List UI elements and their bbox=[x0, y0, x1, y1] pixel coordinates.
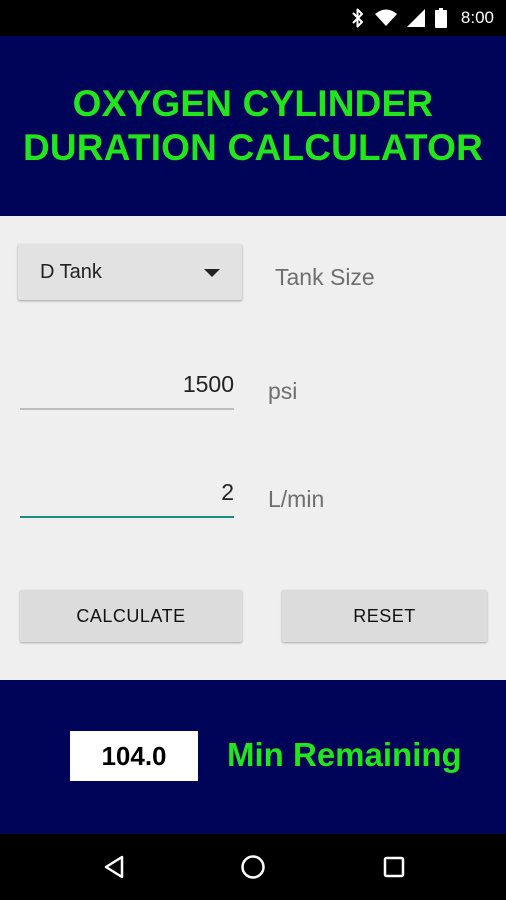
bluetooth-icon bbox=[351, 8, 365, 28]
back-icon[interactable] bbox=[98, 851, 130, 883]
wifi-icon bbox=[374, 9, 397, 27]
tank-size-selected: D Tank bbox=[40, 261, 102, 283]
home-icon[interactable] bbox=[237, 851, 269, 883]
dropdown-arrow-icon bbox=[204, 269, 220, 277]
calculator-form: D Tank Tank Size psi L/min CALCULATE RES… bbox=[0, 216, 506, 680]
flow-unit-label: L/min bbox=[268, 486, 325, 512]
cell-signal-icon bbox=[406, 9, 425, 27]
navigation-bar bbox=[0, 834, 506, 900]
battery-icon bbox=[434, 8, 447, 28]
app-header: OXYGEN CYLINDER DURATION CALCULATOR bbox=[0, 36, 506, 216]
recent-apps-icon[interactable] bbox=[378, 851, 410, 883]
pressure-input[interactable] bbox=[20, 358, 234, 410]
status-clock: 8:00 bbox=[460, 8, 494, 27]
flow-rate-underline bbox=[20, 516, 234, 518]
tank-size-dropdown[interactable]: D Tank bbox=[18, 244, 242, 300]
status-icons: 8:00 bbox=[351, 0, 494, 36]
flow-field-wrapper bbox=[20, 466, 234, 518]
flow-rate-input[interactable] bbox=[20, 466, 234, 518]
result-label: Min Remaining bbox=[227, 736, 462, 773]
result-panel: 104.0 Min Remaining bbox=[0, 680, 506, 834]
result-value: 104.0 bbox=[70, 731, 198, 781]
status-bar: 8:00 bbox=[0, 0, 506, 36]
pressure-field-wrapper bbox=[20, 358, 234, 410]
tank-size-label: Tank Size bbox=[275, 264, 375, 290]
reset-button[interactable]: RESET bbox=[282, 590, 487, 642]
title-line-1: OXYGEN CYLINDER bbox=[72, 83, 434, 124]
calculate-button[interactable]: CALCULATE bbox=[20, 590, 242, 642]
pressure-unit-label: psi bbox=[268, 378, 298, 404]
pressure-underline bbox=[20, 408, 234, 410]
title-line-2: DURATION CALCULATOR bbox=[22, 127, 484, 168]
